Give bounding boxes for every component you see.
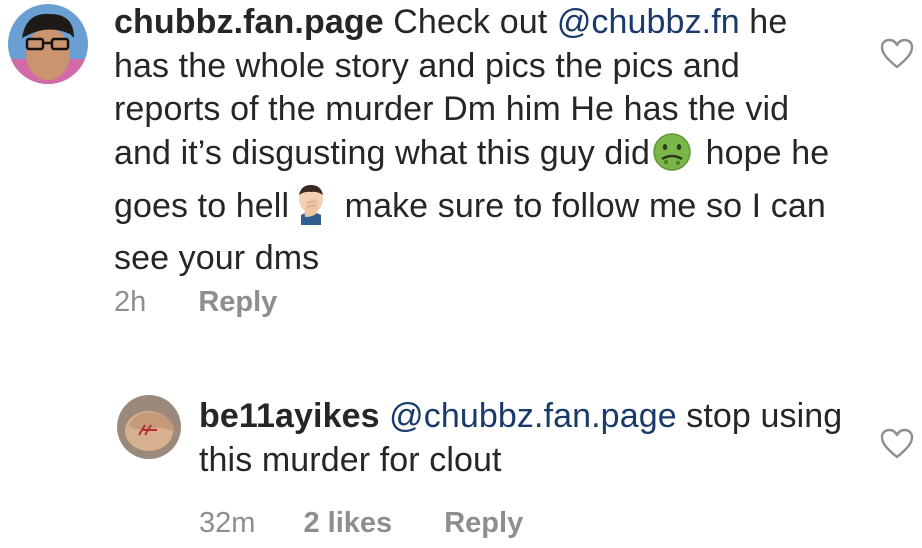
mention-link[interactable]: @chubbz.fn [557,3,740,41]
comment-body: chubbz.fan.page Check out @chubbz.fn he … [114,1,834,280]
like-heart-icon[interactable] [880,38,914,75]
reply-timestamp: 32m [199,507,256,539]
comment-username[interactable]: chubbz.fan.page [114,3,384,41]
reply-username[interactable]: be11ayikes [199,397,380,435]
reply-button[interactable]: Reply [444,507,523,539]
like-heart-icon[interactable] [880,428,914,465]
likes-count[interactable]: 2 likes [303,507,392,539]
man-facepalming-icon [291,183,331,237]
reply-body: be11ayikes @chubbz.fan.page stop using t… [199,395,849,482]
avatar[interactable] [117,395,181,459]
avatar[interactable] [8,4,88,84]
mention-link[interactable]: @chubbz.fan.page [389,397,677,435]
comment-meta: 2h Reply [114,286,277,319]
nauseated-face-icon [652,132,692,184]
reply-meta: 32m 2 likes Reply [199,507,523,540]
comment-timestamp: 2h [114,286,147,318]
reply-button[interactable]: Reply [198,286,277,318]
comment-text-segment: Check out [383,3,557,41]
